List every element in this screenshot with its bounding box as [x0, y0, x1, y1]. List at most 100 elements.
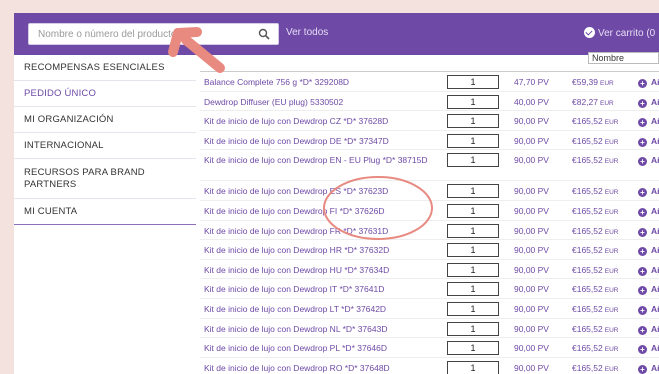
add-to-cart-button[interactable]: + Añ: [638, 363, 659, 374]
plus-circle-icon: +: [638, 364, 647, 374]
add-to-cart-button[interactable]: + Añ: [638, 324, 659, 335]
currency-label: EUR: [604, 248, 619, 256]
product-name-link[interactable]: Kit de inicio de lujo con Dewdrop HU *D*…: [204, 265, 434, 276]
product-name-link[interactable]: Kit de inicio de lujo con Dewdrop RO *D*…: [204, 363, 434, 374]
add-label: Añ: [651, 362, 659, 373]
quantity-input[interactable]: [447, 321, 499, 336]
product-name-link[interactable]: Kit de inicio de lujo con Dewdrop PL *D*…: [204, 343, 434, 354]
quantity-input[interactable]: [447, 114, 499, 129]
search-icon[interactable]: [258, 28, 270, 40]
add-label: Añ: [651, 264, 659, 275]
sidebar: RECOMPENSAS ESENCIALES PEDIDO ÚNICO MI O…: [14, 55, 196, 225]
ver-todos-link[interactable]: Ver todos: [286, 27, 328, 38]
pv-value: 40,00 PV: [514, 96, 549, 107]
table-row: Kit de inicio de lujo con Dewdrop RO *D*…: [200, 358, 659, 374]
sidebar-item-mi-organizacion[interactable]: MI ORGANIZACIÓN: [14, 107, 196, 133]
plus-circle-icon: +: [638, 227, 647, 237]
check-circle-icon: [584, 27, 595, 38]
quantity-input[interactable]: [447, 75, 499, 89]
quantity-input[interactable]: [447, 94, 499, 109]
product-name-link[interactable]: Kit de inicio de lujo con Dewdrop FR *D*…: [204, 226, 434, 237]
plus-circle-icon: +: [638, 207, 647, 217]
add-to-cart-button[interactable]: + Añ: [638, 77, 659, 88]
add-to-cart-button[interactable]: + Añ: [638, 155, 659, 167]
add-label: Añ: [651, 77, 659, 87]
add-to-cart-button[interactable]: + Añ: [638, 284, 659, 296]
price-amount: €165,52: [572, 155, 603, 166]
table-row: Kit de inicio de lujo con Dewdrop EN - E…: [200, 150, 659, 182]
price-amount: €165,52: [572, 362, 603, 373]
quantity-input[interactable]: [447, 301, 499, 316]
product-name-link[interactable]: Kit de inicio de lujo con Dewdrop IT *D*…: [204, 284, 434, 295]
sidebar-item-recursos[interactable]: RECURSOS PARA BRAND PARTNERS: [14, 159, 196, 199]
add-label: Añ: [651, 135, 659, 146]
quantity-input[interactable]: [447, 203, 499, 218]
plus-circle-icon: +: [638, 345, 647, 355]
add-to-cart-button[interactable]: + Añ: [638, 226, 659, 237]
quantity-input[interactable]: [447, 243, 499, 258]
price-value: €165,52 EUR: [572, 284, 618, 294]
sidebar-item-internacional[interactable]: INTERNACIONAL: [14, 133, 196, 159]
product-name-link[interactable]: Kit de inicio de lujo con Dewdrop DE *D*…: [204, 136, 434, 147]
price-amount: €165,52: [572, 135, 603, 146]
currency-label: EUR: [604, 158, 619, 166]
price-amount: €165,52: [572, 343, 603, 354]
product-name-link[interactable]: Kit de inicio de lujo con Dewdrop EN - E…: [204, 155, 434, 166]
price-amount: €165,52: [572, 245, 603, 256]
sidebar-item-pedido-unico[interactable]: PEDIDO ÚNICO: [14, 81, 196, 107]
currency-label: EUR: [604, 189, 619, 197]
add-to-cart-button[interactable]: + Añ: [638, 97, 659, 108]
top-bar: Ver todos Ver carrito (0: [14, 13, 659, 55]
sidebar-item-mi-cuenta[interactable]: MI CUENTA: [14, 199, 196, 225]
pv-value: 90,00 PV: [514, 303, 549, 314]
plus-circle-icon: +: [638, 157, 647, 167]
product-name-link[interactable]: Kit de inicio de lujo con Dewdrop NL *D*…: [204, 324, 434, 335]
product-name-link[interactable]: Dewdrop Diffuser (EU plug) 5330502: [204, 97, 434, 108]
quantity-input[interactable]: [447, 184, 499, 199]
price-amount: €59,39: [572, 77, 598, 87]
price-amount: €165,52: [572, 284, 603, 295]
sidebar-item-recompensas[interactable]: RECOMPENSAS ESENCIALES: [14, 55, 196, 81]
quantity-input[interactable]: [447, 341, 499, 356]
add-to-cart-button[interactable]: + Añ: [638, 265, 659, 276]
pv-value: 90,00 PV: [514, 135, 549, 146]
search-input[interactable]: [29, 24, 244, 45]
add-to-cart-button[interactable]: + Añ: [638, 304, 659, 315]
quantity-input[interactable]: [447, 133, 499, 148]
plus-circle-icon: +: [638, 266, 647, 276]
add-to-cart-button[interactable]: + Añ: [638, 116, 659, 128]
add-to-cart-button[interactable]: + Añ: [638, 186, 659, 198]
ver-carrito-link[interactable]: Ver carrito (0: [584, 27, 655, 39]
search-box[interactable]: [28, 23, 279, 45]
add-label: Añ: [651, 116, 659, 127]
add-to-cart-button[interactable]: + Añ: [638, 245, 659, 257]
table-row: Kit de inicio de lujo con Dewdrop DE *D*…: [200, 131, 659, 151]
add-to-cart-button[interactable]: + Añ: [638, 136, 659, 147]
product-name-link[interactable]: Balance Complete 756 g *D* 329208D: [204, 77, 434, 88]
price-amount: €165,52: [572, 225, 603, 236]
product-name-link[interactable]: Kit de inicio de lujo con Dewdrop ES *D*…: [204, 186, 434, 197]
price-value: €165,52 EUR: [572, 363, 618, 373]
quantity-input[interactable]: [447, 282, 499, 297]
pv-value: 90,00 PV: [514, 186, 549, 197]
price-value: €165,52 EUR: [572, 226, 618, 236]
product-name-link[interactable]: Kit de inicio de lujo con Dewdrop CZ *D*…: [204, 116, 434, 127]
table-row: Kit de inicio de lujo con Dewdrop CZ *D*…: [200, 111, 659, 131]
currency-label: EUR: [604, 208, 619, 216]
product-name-link[interactable]: Kit de inicio de lujo con Dewdrop FI *D*…: [204, 206, 434, 217]
product-name-link[interactable]: Kit de inicio de lujo con Dewdrop HR *D*…: [204, 245, 434, 256]
quantity-input[interactable]: [447, 223, 499, 238]
price-value: €82,27 EUR: [572, 97, 614, 107]
currency-label: EUR: [604, 346, 619, 354]
table-row: Kit de inicio de lujo con Dewdrop PL *D*…: [200, 338, 659, 358]
quantity-input[interactable]: [447, 360, 499, 374]
add-to-cart-button[interactable]: + Añ: [638, 343, 659, 355]
quantity-input[interactable]: [447, 153, 499, 168]
price-amount: €82,27: [572, 96, 598, 107]
quantity-input[interactable]: [447, 262, 499, 277]
add-to-cart-button[interactable]: + Añ: [638, 206, 659, 217]
product-name-link[interactable]: Kit de inicio de lujo con Dewdrop LT *D*…: [204, 304, 434, 315]
sort-select[interactable]: Nombre: [588, 52, 659, 64]
add-label: Añ: [651, 245, 659, 256]
price-value: €59,39 EUR: [572, 77, 614, 87]
